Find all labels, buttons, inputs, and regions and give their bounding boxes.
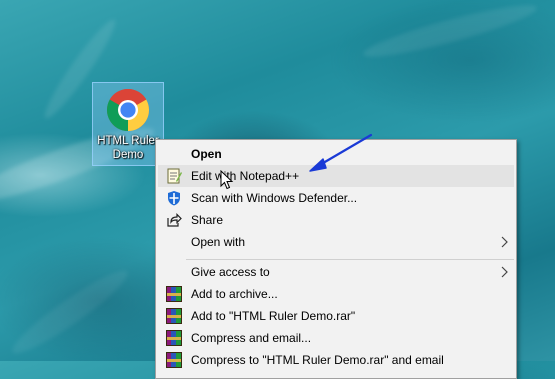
context-menu: Open Edit with Notepad++ Scan with Windo… [155,139,517,379]
windows-defender-icon [168,191,180,206]
menu-item-add-to-rar[interactable]: Add to "HTML Ruler Demo.rar" [158,305,514,327]
winrar-icon [166,308,182,324]
menu-item-label: Add to "HTML Ruler Demo.rar" [191,309,356,323]
menu-item-label: Share [191,213,224,227]
menu-item-label: Add to archive... [191,287,278,301]
menu-item-label: Scan with Windows Defender... [191,191,358,205]
menu-item-compress-email[interactable]: Compress and email... [158,327,514,349]
menu-item-share[interactable]: Share [158,209,514,231]
notepad-plus-plus-icon [167,168,182,184]
menu-item-scan-defender[interactable]: Scan with Windows Defender... [158,187,514,209]
menu-item-label: Compress and email... [191,331,312,345]
menu-separator [186,259,514,260]
chrome-icon [106,88,150,131]
chevron-right-icon [501,266,508,278]
chevron-right-icon [501,236,508,248]
winrar-icon [166,330,182,346]
menu-item-give-access[interactable]: Give access to [158,261,514,283]
menu-item-open[interactable]: Open [158,143,514,165]
desktop-icon-label: HTML Ruler Demo [97,135,159,161]
menu-item-open-with[interactable]: Open with [158,231,514,253]
winrar-icon [166,286,182,302]
menu-item-compress-to-rar-email[interactable]: Compress to "HTML Ruler Demo.rar" and em… [158,349,514,371]
menu-item-label: Edit with Notepad++ [191,169,300,183]
menu-item-edit-with-notepad[interactable]: Edit with Notepad++ [158,165,514,187]
menu-item-label: Give access to [191,265,270,279]
mouse-cursor-icon [220,170,234,190]
winrar-icon [166,352,182,368]
desktop-shortcut-html-ruler-demo[interactable]: HTML Ruler Demo [92,82,164,166]
menu-item-label: Compress to "HTML Ruler Demo.rar" and em… [191,353,444,367]
share-icon [167,213,182,227]
menu-item-label: Open with [191,235,246,249]
menu-item-label: Open [191,147,222,161]
menu-item-add-to-archive[interactable]: Add to archive... [158,283,514,305]
